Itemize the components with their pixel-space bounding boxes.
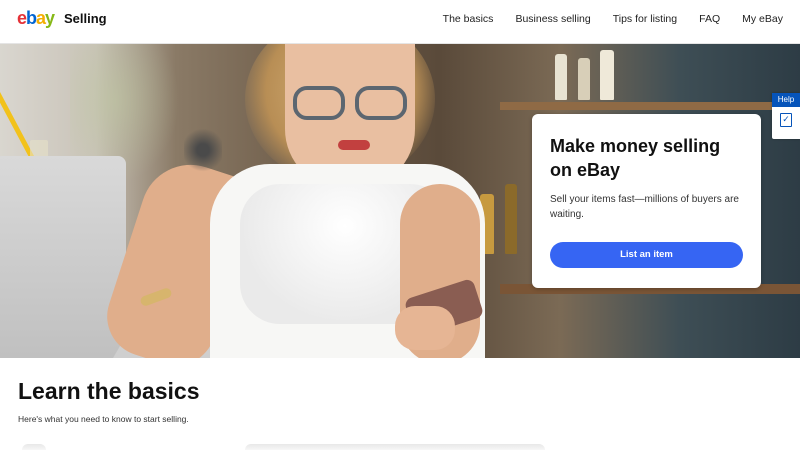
ebay-logo[interactable]: ebay xyxy=(17,8,55,28)
carousel-card-peek xyxy=(245,444,545,450)
hero-photo-laptop xyxy=(0,156,126,358)
hero-photo-tattoo xyxy=(184,126,222,174)
hero-photo-glasses xyxy=(293,86,423,122)
learn-title: Learn the basics xyxy=(18,378,200,404)
nav-tips-for-listing[interactable]: Tips for listing xyxy=(613,13,677,25)
hero-photo-shelf xyxy=(500,102,800,110)
nav-the-basics[interactable]: The basics xyxy=(443,13,494,25)
top-header: ebay Selling The basics Business selling… xyxy=(0,0,800,44)
hero-photo-bottle xyxy=(555,54,567,100)
carousel-card-peek xyxy=(22,444,46,450)
section-title: Selling xyxy=(64,11,107,26)
sell-promo-card: Make money selling on eBay Sell your ite… xyxy=(532,114,761,288)
feedback-icon: ✓ xyxy=(780,113,792,127)
learn-subtitle: Here's what you need to know to start se… xyxy=(18,414,189,424)
hero-photo-bottle xyxy=(600,50,614,100)
nav-faq[interactable]: FAQ xyxy=(699,13,720,25)
nav-my-ebay[interactable]: My eBay xyxy=(742,13,783,25)
help-label: Help xyxy=(772,93,800,107)
hero-photo-bottle xyxy=(505,184,517,254)
hero-photo-bottle xyxy=(578,58,590,100)
help-tab[interactable]: Help ✓ xyxy=(772,93,800,139)
hero-photo-lips xyxy=(338,140,370,150)
main-nav: The basics Business selling Tips for lis… xyxy=(443,13,783,25)
card-title: Make money selling on eBay xyxy=(550,136,721,180)
nav-business-selling[interactable]: Business selling xyxy=(515,13,590,25)
card-subtitle: Sell your items fast—millions of buyers … xyxy=(550,194,739,220)
list-an-item-button[interactable]: List an item xyxy=(550,242,743,268)
hero-photo-hand xyxy=(395,306,455,350)
